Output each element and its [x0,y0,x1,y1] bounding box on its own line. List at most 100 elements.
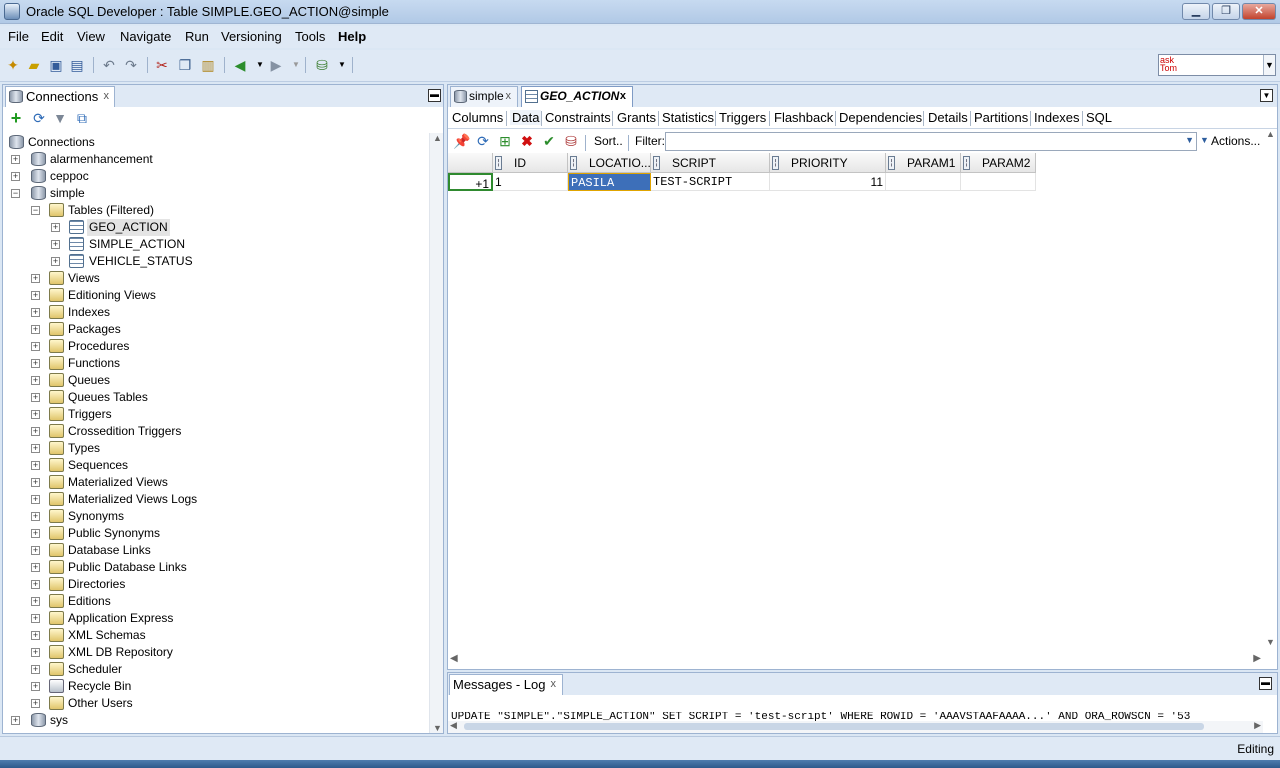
expand-icon[interactable]: + [31,682,40,691]
schema-browser-icon[interactable]: ⧉ [73,109,91,127]
tree-folder-xml-db-repository[interactable]: + XML DB Repository [31,644,281,661]
expand-icon[interactable]: + [31,614,40,623]
scroll-down-icon[interactable]: ▼ [433,723,442,733]
expand-icon[interactable]: + [51,257,60,266]
sql-worksheet-icon[interactable]: ⛁ [313,56,331,74]
subtab-constraints[interactable]: Constraints [545,110,611,125]
minimize-panel-button[interactable]: ▬ [428,89,441,102]
expand-icon[interactable]: + [31,410,40,419]
log-horizontal-scrollbar[interactable]: ◀ ▶ [448,720,1263,733]
expand-icon[interactable]: + [31,546,40,555]
expand-icon[interactable]: + [31,563,40,572]
commit-icon[interactable]: ✔ [540,132,558,150]
subtab-sql[interactable]: SQL [1086,110,1112,125]
refresh-icon[interactable]: ⟳ [30,109,48,127]
expand-icon[interactable]: + [31,291,40,300]
menu-navigate[interactable]: Navigate [120,29,171,44]
menu-file[interactable]: File [8,29,29,44]
tree-folder-types[interactable]: + Types [31,440,281,457]
expand-icon[interactable]: + [31,665,40,674]
expand-icon[interactable]: + [51,240,60,249]
close-icon[interactable]: x [104,87,110,106]
tree-folder-recycle-bin[interactable]: + Recycle Bin [31,678,281,695]
chevron-down-icon[interactable]: ▼ [333,56,351,74]
expand-icon[interactable]: + [31,648,40,657]
tree-folder-procedures[interactable]: + Procedures [31,338,281,355]
column-header-param1[interactable]: ¦ PARAM1 [886,153,961,173]
grid-vertical-scrollbar[interactable]: ▲ ▼ [1263,129,1277,647]
tab-simple[interactable]: simple x [450,86,518,107]
close-icon[interactable]: x [551,675,557,694]
menu-view[interactable]: View [77,29,105,44]
column-header-location[interactable]: ¦ LOCATIO... [568,153,651,173]
tab-messages-log[interactable]: Messages - Log x [449,674,563,695]
filter-input[interactable]: ▼ [665,132,1197,151]
tree-table-geo-action[interactable]: + GEO_ACTION [51,219,251,236]
column-header-param2[interactable]: ¦ PARAM2 [961,153,1036,173]
scroll-thumb[interactable] [464,723,1204,730]
tree-folder-queues-tables[interactable]: + Queues Tables [31,389,281,406]
tree-connection-sys[interactable]: + sys [11,712,211,729]
tree-folder-views[interactable]: + Views [31,270,281,287]
column-header-script[interactable]: ¦ SCRIPT [651,153,770,173]
tree-folder-editions[interactable]: + Editions [31,593,281,610]
row-marker[interactable]: +1 [448,173,493,191]
save-icon[interactable]: ▣ [47,56,65,74]
tree-folder-sequences[interactable]: + Sequences [31,457,281,474]
menu-edit[interactable]: Edit [41,29,63,44]
collapse-icon[interactable]: − [31,206,40,215]
expand-icon[interactable]: + [31,427,40,436]
cell-script[interactable]: TEST-SCRIPT [651,173,770,191]
collapse-icon[interactable]: − [11,189,20,198]
subtab-details[interactable]: Details [928,110,968,125]
menu-versioning[interactable]: Versioning [221,29,282,44]
grid-horizontal-scrollbar[interactable]: ◀ ▶ [448,653,1263,667]
maximize-button[interactable]: ❐ [1212,3,1240,20]
freeze-view-icon[interactable]: 📌 [453,132,471,150]
tree-tables-filtered[interactable]: − Tables (Filtered) [31,202,231,219]
cell-id[interactable]: 1 [493,173,568,191]
menu-run[interactable]: Run [185,29,209,44]
actions-menu[interactable]: Actions... [1211,134,1260,148]
cell-param1[interactable] [886,173,961,191]
back-icon[interactable]: ◀ [231,56,249,74]
scroll-left-icon[interactable]: ◀ [450,653,458,664]
cell-param2[interactable] [961,173,1036,191]
tree-folder-database-links[interactable]: + Database Links [31,542,281,559]
insert-row-icon[interactable]: ⊞ [496,132,514,150]
cell-location[interactable]: PASILA [568,173,651,191]
expand-icon[interactable]: + [31,699,40,708]
scroll-up-icon[interactable]: ▲ [1266,129,1275,139]
subtab-data[interactable]: Data [510,110,542,125]
new-file-icon[interactable]: ✦ [4,56,22,74]
scroll-right-icon[interactable]: ▶ [1254,720,1261,731]
close-icon[interactable]: x [620,87,626,106]
minimize-panel-button[interactable]: ▬ [1259,677,1272,690]
cut-icon[interactable]: ✂ [153,56,171,74]
tree-folder-xml-schemas[interactable]: + XML Schemas [31,627,281,644]
sort-button[interactable]: Sort.. [594,134,623,148]
tree-folder-editioning-views[interactable]: + Editioning Views [31,287,281,304]
chevron-down-icon[interactable]: ▼ [287,56,305,74]
expand-icon[interactable]: + [31,495,40,504]
expand-icon[interactable]: + [31,342,40,351]
scroll-left-icon[interactable]: ◀ [450,720,457,731]
refresh-icon[interactable]: ⟳ [474,132,492,150]
asktom-search[interactable]: ask Tom ▼ [1158,54,1276,76]
subtab-dependencies[interactable]: Dependencies [839,110,922,125]
subtab-triggers[interactable]: Triggers [719,110,766,125]
tree-folder-queues[interactable]: + Queues [31,372,281,389]
expand-icon[interactable]: + [11,716,20,725]
tree-folder-indexes[interactable]: + Indexes [31,304,281,321]
add-connection-icon[interactable]: + [7,109,25,127]
close-button[interactable]: ✕ [1242,3,1276,20]
scroll-right-icon[interactable]: ▶ [1253,653,1261,664]
expand-icon[interactable]: + [31,376,40,385]
tree-folder-scheduler[interactable]: + Scheduler [31,661,281,678]
delete-row-icon[interactable]: ✖ [518,132,536,150]
expand-icon[interactable]: + [31,512,40,521]
tree-folder-application-express[interactable]: + Application Express [31,610,281,627]
menu-help[interactable]: Help [338,29,366,44]
tab-geo-action[interactable]: GEO_ACTION x [521,86,633,107]
tree-connection-alarmenhancement[interactable]: + alarmenhancement [11,151,211,168]
